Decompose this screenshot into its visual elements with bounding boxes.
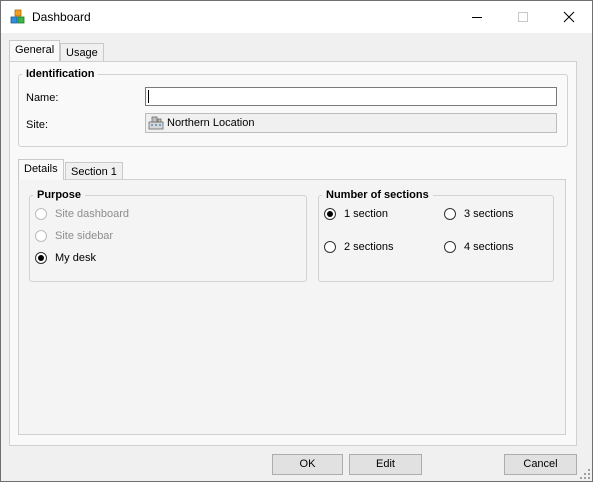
close-icon: [563, 11, 575, 23]
building-icon: [148, 116, 164, 130]
title-bar[interactable]: Dashboard: [1, 1, 592, 33]
minimize-button[interactable]: [454, 1, 500, 33]
radio-1-section[interactable]: 1 section: [324, 208, 388, 220]
radio-button-icon: [324, 208, 336, 220]
resize-grip-icon[interactable]: [580, 469, 590, 479]
radio-2-sections[interactable]: 2 sections: [324, 241, 394, 253]
radio-label: Site sidebar: [55, 230, 114, 242]
identification-group: Identification: [18, 68, 568, 147]
maximize-button[interactable]: [500, 1, 546, 33]
ok-button[interactable]: OK: [272, 454, 343, 475]
radio-label: 4 sections: [464, 241, 514, 253]
name-label: Name:: [26, 92, 59, 104]
cancel-button[interactable]: Cancel: [504, 454, 577, 475]
radio-button-icon: [35, 208, 47, 220]
number-of-sections-legend: Number of sections: [326, 189, 429, 201]
text-caret: [148, 90, 149, 103]
radio-my-desk[interactable]: My desk: [35, 252, 96, 264]
radio-button-icon: [324, 241, 336, 253]
radio-4-sections[interactable]: 4 sections: [444, 241, 514, 253]
minimize-icon: [472, 16, 482, 18]
app-cubes-icon: [10, 9, 25, 24]
identification-legend: Identification: [26, 68, 95, 80]
radio-label: My desk: [55, 252, 96, 264]
radio-3-sections[interactable]: 3 sections: [444, 208, 514, 220]
maximize-icon: [518, 12, 528, 22]
number-of-sections-group: Number of sections: [318, 189, 554, 282]
tab-section-1[interactable]: Section 1: [65, 162, 123, 180]
radio-label: Site dashboard: [55, 208, 129, 220]
site-field[interactable]: Northern Location: [145, 113, 557, 133]
radio-site-sidebar[interactable]: Site sidebar: [35, 230, 113, 242]
radio-button-icon: [35, 230, 47, 242]
radio-site-dashboard[interactable]: Site dashboard: [35, 208, 129, 220]
radio-label: 3 sections: [464, 208, 514, 220]
site-value: Northern Location: [167, 117, 255, 129]
name-input[interactable]: [145, 87, 557, 106]
radio-button-icon: [444, 241, 456, 253]
tab-usage[interactable]: Usage: [60, 43, 104, 61]
tab-details[interactable]: Details: [18, 159, 64, 180]
close-button[interactable]: [546, 1, 592, 33]
tab-general[interactable]: General: [9, 40, 61, 61]
radio-label: 2 sections: [344, 241, 394, 253]
edit-button[interactable]: Edit: [349, 454, 422, 475]
dashboard-window: Dashboard General Usage Identification N…: [0, 0, 593, 482]
window-title: Dashboard: [32, 10, 91, 24]
purpose-legend: Purpose: [37, 189, 82, 201]
radio-button-icon: [35, 252, 47, 264]
radio-label: 1 section: [344, 208, 389, 220]
radio-button-icon: [444, 208, 456, 220]
site-label: Site:: [26, 119, 49, 131]
